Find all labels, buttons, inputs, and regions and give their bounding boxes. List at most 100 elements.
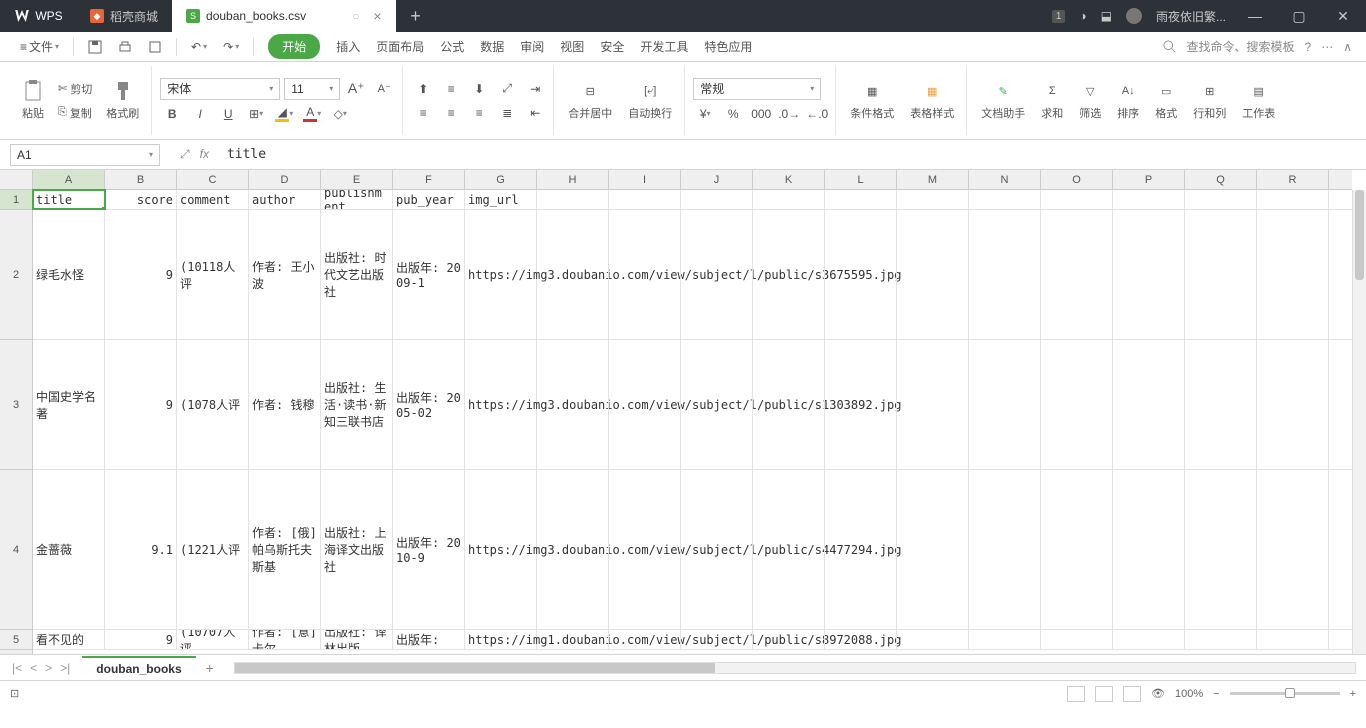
- cell[interactable]: [969, 210, 1041, 339]
- col-header-N[interactable]: N: [969, 170, 1041, 189]
- cell[interactable]: [681, 630, 753, 649]
- align-bottom-button[interactable]: ⬇: [467, 79, 491, 99]
- cell[interactable]: [825, 470, 897, 629]
- col-header-Q[interactable]: Q: [1185, 170, 1257, 189]
- zoom-slider[interactable]: [1230, 692, 1340, 695]
- cell[interactable]: https://img1.doubanio.com/view/subject/l…: [465, 630, 537, 649]
- col-header-P[interactable]: P: [1113, 170, 1185, 189]
- percent-button[interactable]: %: [721, 104, 745, 124]
- col-header-D[interactable]: D: [249, 170, 321, 189]
- sum-button[interactable]: Σ求和: [1035, 76, 1069, 125]
- cell[interactable]: [1041, 470, 1113, 629]
- paste-button[interactable]: 粘贴: [16, 76, 50, 125]
- eye-icon[interactable]: 👁: [1151, 687, 1165, 700]
- tab-formula[interactable]: 公式: [434, 34, 470, 59]
- cell[interactable]: [825, 340, 897, 469]
- close-button[interactable]: ✕: [1328, 8, 1358, 25]
- cell[interactable]: 绿毛水怪: [33, 210, 105, 339]
- cell[interactable]: img_url: [465, 190, 537, 209]
- cell[interactable]: [1041, 210, 1113, 339]
- cell[interactable]: 作者: [意]卡尔: [249, 630, 321, 649]
- cell[interactable]: (10707人评: [177, 630, 249, 649]
- number-format-select[interactable]: 常规▾: [693, 78, 821, 100]
- cell[interactable]: [825, 630, 897, 649]
- cell[interactable]: [1113, 630, 1185, 649]
- cell[interactable]: [1185, 210, 1257, 339]
- zoom-in-button[interactable]: +: [1350, 688, 1356, 700]
- cell[interactable]: [1041, 190, 1113, 209]
- cell[interactable]: [753, 210, 825, 339]
- avatar[interactable]: [1126, 8, 1142, 24]
- merge-center-button[interactable]: ⊟合并居中: [562, 76, 618, 125]
- col-header-J[interactable]: J: [681, 170, 753, 189]
- format-button[interactable]: ▭格式: [1149, 76, 1183, 125]
- row-header-4[interactable]: 4: [0, 470, 32, 630]
- undo-button[interactable]: ↶▾: [185, 36, 213, 58]
- bold-button[interactable]: B: [160, 104, 184, 124]
- cell[interactable]: [609, 340, 681, 469]
- slider-knob[interactable]: [1285, 688, 1295, 698]
- cell[interactable]: 作者: [俄]帕乌斯托夫斯基: [249, 470, 321, 629]
- cell[interactable]: [609, 470, 681, 629]
- col-header-F[interactable]: F: [393, 170, 465, 189]
- horizontal-scrollbar[interactable]: [234, 662, 1356, 674]
- doc-helper-button[interactable]: ✎文档助手: [975, 76, 1031, 125]
- maximize-button[interactable]: ▢: [1284, 8, 1314, 25]
- help-button[interactable]: ?: [1305, 40, 1312, 54]
- increase-font-button[interactable]: A⁺: [344, 79, 368, 99]
- save-button[interactable]: [82, 36, 108, 58]
- cell[interactable]: [969, 340, 1041, 469]
- wrap-text-button[interactable]: [⤶]自动换行: [622, 76, 678, 125]
- cell[interactable]: 出版社: 生活·读书·新知三联书店: [321, 340, 393, 469]
- cell[interactable]: [1113, 210, 1185, 339]
- tab-insert[interactable]: 插入: [330, 34, 366, 59]
- col-header-L[interactable]: L: [825, 170, 897, 189]
- cell[interactable]: 出版社: 译林出版: [321, 630, 393, 649]
- sheet-next-button[interactable]: >: [45, 661, 52, 675]
- orientation-button[interactable]: ⤢: [495, 79, 519, 99]
- cut-button[interactable]: ✄剪切: [54, 79, 96, 99]
- cell[interactable]: [681, 340, 753, 469]
- font-color-button[interactable]: A▾: [300, 104, 324, 124]
- cell[interactable]: [1257, 190, 1329, 209]
- fx-icon[interactable]: fx: [200, 147, 209, 162]
- add-tab-button[interactable]: +: [396, 0, 436, 32]
- cell[interactable]: [753, 630, 825, 649]
- zoom-out-button[interactable]: −: [1213, 688, 1219, 700]
- formula-input[interactable]: title: [219, 147, 1366, 162]
- tab-view[interactable]: 视图: [554, 34, 590, 59]
- row-header-2[interactable]: 2: [0, 210, 32, 340]
- cell[interactable]: [681, 210, 753, 339]
- border-button[interactable]: ⊞▾: [244, 104, 268, 124]
- cell[interactable]: 9.1: [105, 470, 177, 629]
- cell[interactable]: [897, 470, 969, 629]
- sheet-tab-active[interactable]: douban_books: [82, 656, 195, 680]
- notif-badge[interactable]: 1: [1052, 10, 1066, 23]
- record-icon[interactable]: ⊡: [10, 687, 19, 700]
- cell[interactable]: [969, 470, 1041, 629]
- cell[interactable]: [537, 340, 609, 469]
- align-right-button[interactable]: ≡: [467, 103, 491, 123]
- user-name[interactable]: 雨夜依旧繁...: [1156, 8, 1226, 25]
- cell[interactable]: 出版年: 2009-1: [393, 210, 465, 339]
- sort-button[interactable]: A↓排序: [1111, 76, 1145, 125]
- cell[interactable]: [1257, 340, 1329, 469]
- cell[interactable]: [753, 470, 825, 629]
- vertical-scrollbar[interactable]: [1352, 190, 1366, 654]
- sheet-prev-button[interactable]: <: [30, 661, 37, 675]
- tab-file-active[interactable]: S douban_books.csv ○ ×: [172, 0, 396, 32]
- cell[interactable]: [1257, 470, 1329, 629]
- row-header-5[interactable]: 5: [0, 630, 32, 650]
- name-box[interactable]: A1▾: [10, 144, 160, 166]
- cell[interactable]: 中国史学名著: [33, 340, 105, 469]
- cell[interactable]: [753, 340, 825, 469]
- cell[interactable]: title: [33, 190, 105, 209]
- copy-button[interactable]: ⎘复制: [54, 103, 96, 123]
- search-icon[interactable]: [1163, 40, 1177, 54]
- print-preview-button[interactable]: [142, 36, 168, 58]
- font-family-select[interactable]: 宋体▾: [160, 78, 280, 100]
- cell[interactable]: (1221人评: [177, 470, 249, 629]
- gift-icon[interactable]: ⬓: [1101, 9, 1112, 23]
- print-button[interactable]: [112, 36, 138, 58]
- expand-fx-icon[interactable]: ⤢: [180, 147, 190, 162]
